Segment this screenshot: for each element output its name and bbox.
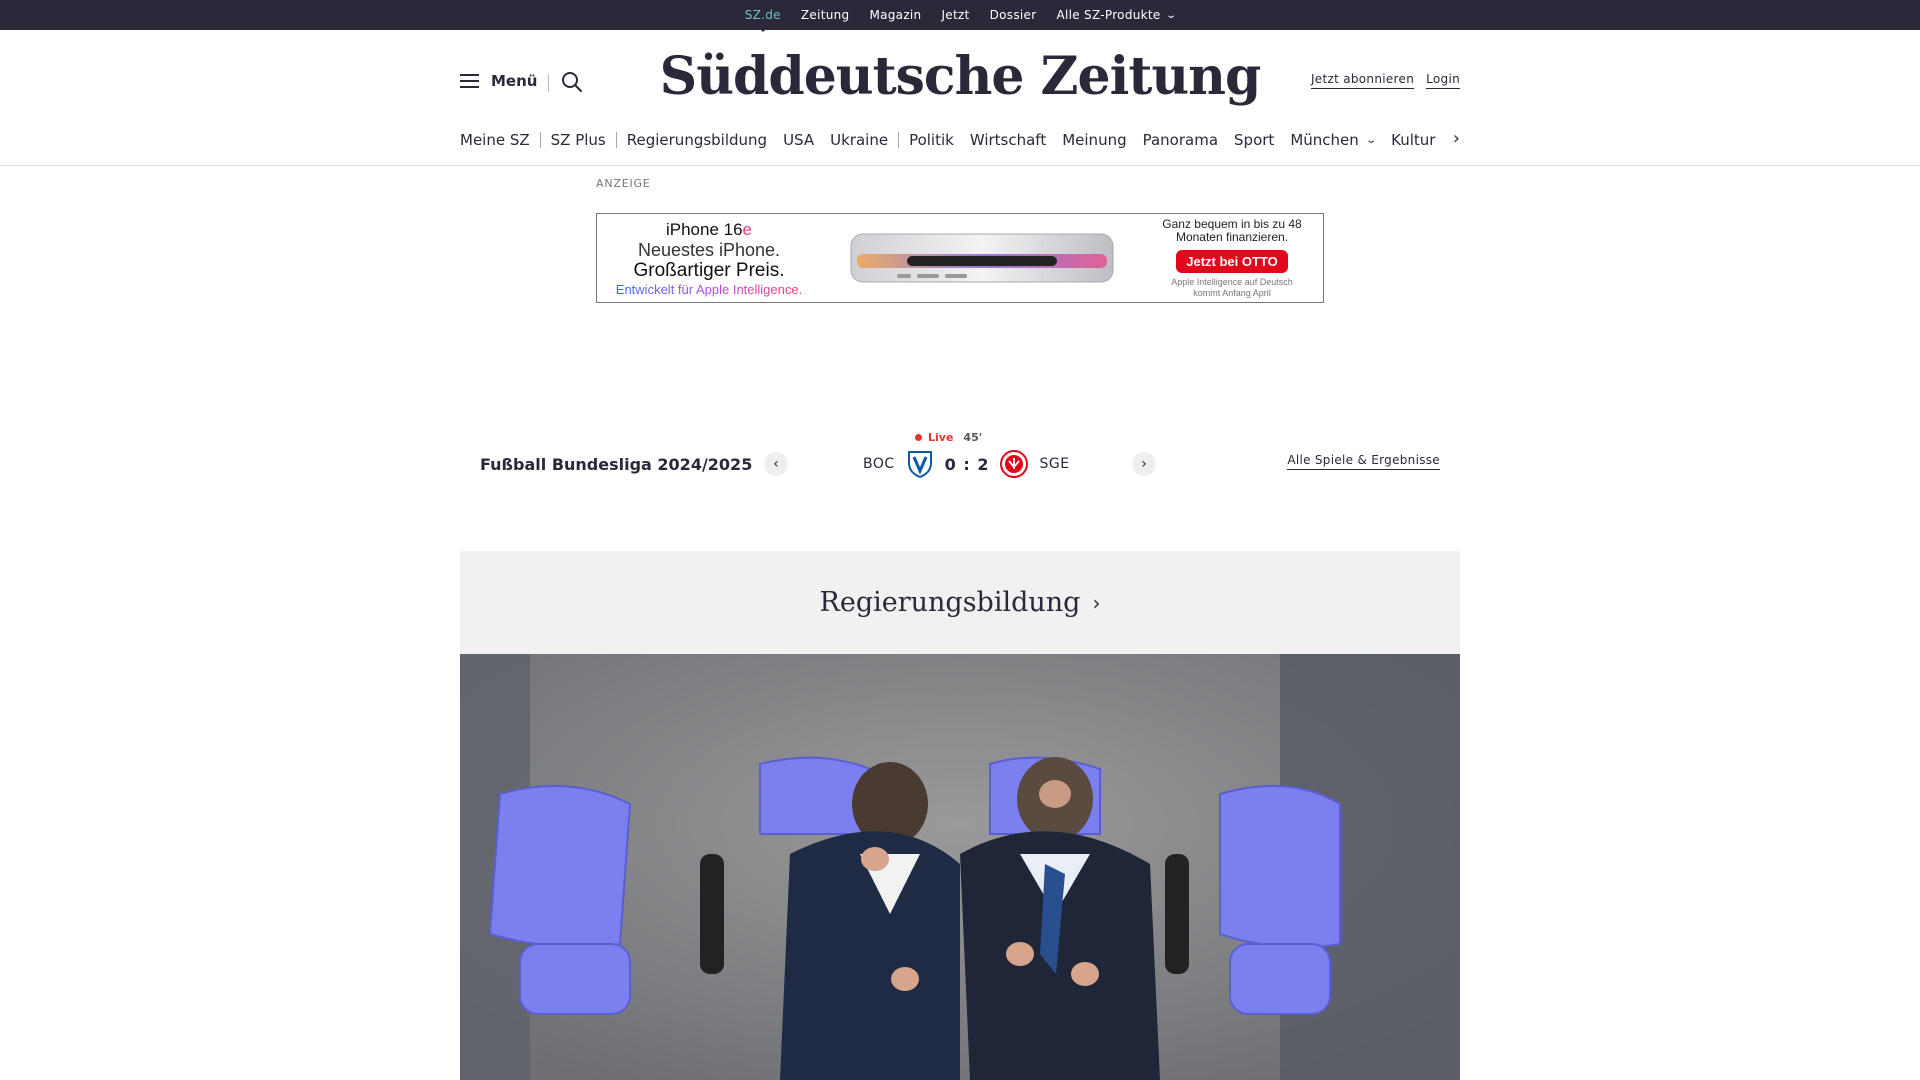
account-links: Jetzt abonnieren Login: [1310, 72, 1460, 89]
chevron-down-icon: ⌄: [1164, 9, 1178, 21]
nav-item-regierungsbildung[interactable]: Regierungsbildung: [627, 131, 767, 149]
sz-logo[interactable]: Süddeutsche Zeitung: [620, 46, 1300, 107]
ad-banner[interactable]: iPhone 16e Neuestes iPhone. Großartiger …: [596, 213, 1324, 303]
menu-button[interactable]: Menü: [460, 72, 537, 90]
nav-item-muenchen-label: München: [1290, 131, 1359, 149]
nav-divider: [898, 132, 900, 148]
topic-title: Regierungsbildung: [819, 587, 1081, 618]
nav-item-muenchen[interactable]: München ⌄: [1290, 131, 1377, 149]
topbar-link-alle-produkte[interactable]: Alle SZ-Produkte ⌄: [1056, 8, 1178, 22]
header-divider: [548, 74, 549, 92]
frankfurt-crest-icon: [1000, 450, 1029, 478]
chevron-left-icon: ‹: [773, 456, 779, 472]
hero-image[interactable]: [460, 654, 1460, 1080]
ticker-next-button[interactable]: ›: [1132, 452, 1156, 476]
live-label: Live: [928, 431, 954, 444]
nav-item-ukraine[interactable]: Ukraine: [830, 131, 888, 149]
topbar-link-alle-produkte-label: Alle SZ-Produkte: [1056, 8, 1161, 22]
iphone-image: [850, 233, 1114, 283]
topbar-link-magazin[interactable]: Magazin: [869, 8, 921, 22]
nav-item-meine-sz[interactable]: Meine SZ: [460, 131, 530, 149]
chevron-right-icon: ›: [1141, 456, 1147, 472]
score: 0 : 2: [944, 454, 990, 474]
bochum-crest-icon: [907, 451, 932, 479]
topbar-link-jetzt[interactable]: Jetzt: [941, 8, 969, 22]
nav-item-sz-plus[interactable]: SZ Plus: [551, 131, 606, 149]
away-team: SGE: [1039, 456, 1070, 472]
ad-cta-block: Ganz bequem in bis zu 48 Monaten finanzi…: [1157, 218, 1307, 299]
subscribe-link[interactable]: Jetzt abonnieren: [1310, 72, 1415, 89]
nav-item-usa[interactable]: USA: [783, 131, 814, 149]
nav-item-politik[interactable]: Politik: [909, 131, 954, 149]
nav-item-panorama[interactable]: Panorama: [1143, 131, 1218, 149]
home-team: BOC: [863, 456, 895, 472]
topbar-link-dossier[interactable]: Dossier: [990, 8, 1037, 22]
live-dot-icon: [915, 434, 922, 441]
nav-item-wirtschaft[interactable]: Wirtschaft: [970, 131, 1046, 149]
league-title: Fußball Bundesliga 2024/2025: [480, 455, 753, 474]
main-navigation: Meine SZ SZ Plus Regierungsbildung USA U…: [460, 128, 1460, 152]
ad-line-3: Entwickelt für Apple Intelligence.: [609, 282, 809, 297]
ad-cta-button[interactable]: Jetzt bei OTTO: [1176, 250, 1288, 273]
bundesliga-ticker: Fußball Bundesliga 2024/2025 ‹ Live 45' …: [460, 425, 1460, 505]
hero-photo-illustration: [460, 654, 1460, 1080]
match-score[interactable]: BOC 0 : 2 SGE: [863, 449, 1070, 479]
ad-line-2: Großartiger Preis.: [633, 260, 785, 281]
ad-product-prefix: iPhone 16: [665, 220, 743, 239]
topic-banner[interactable]: Regierungsbildung ›: [460, 551, 1460, 654]
nav-item-meinung[interactable]: Meinung: [1062, 131, 1126, 149]
chevron-down-icon: ⌄: [1365, 134, 1377, 146]
login-link[interactable]: Login: [1426, 72, 1460, 89]
ad-product-name: iPhone 16e: [609, 220, 809, 240]
nav-divider: [539, 132, 541, 148]
ad-text-block: iPhone 16e Neuestes iPhone. Großartiger …: [609, 220, 809, 297]
nav-item-kultur[interactable]: Kultur: [1391, 131, 1435, 149]
topbar-link-sz-de[interactable]: SZ.de: [745, 8, 781, 22]
ad-label: ANZEIGE: [596, 177, 651, 190]
nav-scroll-right-icon[interactable]: ›: [1453, 128, 1460, 149]
search-icon[interactable]: [560, 70, 584, 94]
topbar-link-zeitung[interactable]: Zeitung: [801, 8, 850, 22]
hamburger-icon: [460, 74, 479, 88]
top-bar: SZ.de Zeitung Magazin Jetzt Dossier Alle…: [0, 0, 1920, 30]
match-minute: 45': [963, 431, 983, 444]
ad-financing-text: Ganz bequem in bis zu 48 Monaten finanzi…: [1162, 217, 1302, 244]
ad-product-suffix: e: [742, 220, 753, 239]
ad-footnote: Apple Intelligence auf Deutsch kommt Anf…: [1171, 277, 1293, 298]
menu-label: Menü: [491, 72, 538, 90]
nav-item-sport[interactable]: Sport: [1234, 131, 1274, 149]
top-bar-links: SZ.de Zeitung Magazin Jetzt Dossier Alle…: [0, 0, 1920, 30]
all-games-link[interactable]: Alle Spiele & Ergebnisse: [1287, 453, 1440, 470]
chevron-right-icon: ›: [1092, 590, 1101, 615]
site-header: Menü Süddeutsche Zeitung Jetzt abonniere…: [0, 30, 1920, 166]
live-indicator: Live 45': [915, 431, 982, 444]
ticker-prev-button[interactable]: ‹: [764, 452, 788, 476]
nav-divider: [615, 132, 617, 148]
ad-line-1: Neuestes iPhone.: [637, 240, 781, 260]
